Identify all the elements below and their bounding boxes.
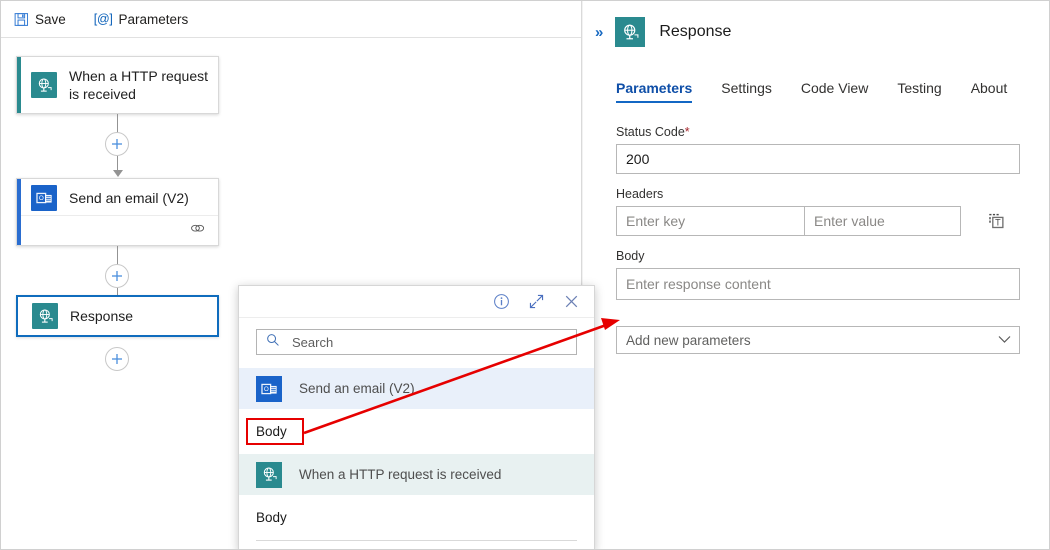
node-accent-bar bbox=[17, 57, 21, 113]
save-button-label: Save bbox=[35, 11, 66, 27]
header-value-input[interactable] bbox=[804, 206, 961, 236]
double-chevron-right-icon[interactable]: » bbox=[595, 25, 603, 40]
http-request-icon bbox=[31, 72, 57, 98]
tab-testing[interactable]: Testing bbox=[897, 80, 941, 103]
workflow-node-title: When a HTTP request is received bbox=[69, 68, 209, 102]
tab-label: Settings bbox=[721, 80, 772, 96]
body-field-group: Body bbox=[616, 249, 1020, 300]
svg-text:T: T bbox=[995, 217, 1001, 227]
parameters-button[interactable]: [@] Parameters bbox=[91, 10, 192, 29]
add-action-button-1[interactable] bbox=[105, 132, 129, 156]
add-action-button-2[interactable] bbox=[105, 264, 129, 288]
headers-label: Headers bbox=[616, 187, 664, 201]
plus-icon bbox=[112, 271, 122, 281]
logic-app-designer-window: Save [@] Parameters When a HTTP request … bbox=[0, 0, 1050, 550]
add-new-parameters-group: Add new parameters bbox=[616, 326, 1020, 354]
action-details-panel: » Response Parameters Settings Code View… bbox=[583, 1, 1049, 549]
workflow-node-title: Response bbox=[70, 308, 134, 324]
workflow-node-http-request[interactable]: When a HTTP request is received bbox=[16, 56, 219, 114]
tab-label: Testing bbox=[897, 80, 942, 96]
panel-header: » Response bbox=[583, 1, 1049, 47]
required-marker: * bbox=[684, 125, 690, 139]
tab-about[interactable]: About bbox=[971, 80, 1008, 103]
status-code-input[interactable] bbox=[616, 144, 1020, 174]
add-new-parameters-label: Add new parameters bbox=[626, 332, 751, 348]
svg-text:O: O bbox=[39, 194, 44, 201]
panel-title: Response bbox=[659, 23, 732, 40]
workflow-node-response[interactable]: Response bbox=[16, 295, 219, 337]
workflow-node-send-email[interactable]: O Send an email (V2) bbox=[16, 178, 219, 246]
at-bracket-icon: [@] bbox=[93, 12, 113, 26]
expand-diagonal-icon[interactable] bbox=[528, 293, 545, 310]
connection-link-icon[interactable] bbox=[189, 221, 206, 240]
plus-icon bbox=[112, 354, 122, 364]
close-icon[interactable] bbox=[563, 293, 580, 310]
dynamic-content-group-label: Send an email (V2) bbox=[299, 381, 415, 396]
dynamic-content-group-http-request[interactable]: When a HTTP request is received bbox=[239, 454, 594, 495]
response-body-input[interactable] bbox=[616, 268, 1020, 300]
add-new-parameters-select[interactable]: Add new parameters bbox=[616, 326, 1020, 354]
http-request-icon bbox=[256, 461, 282, 488]
outlook-email-icon: O bbox=[256, 375, 282, 402]
dynamic-content-popup-header bbox=[239, 286, 594, 318]
search-icon bbox=[266, 333, 280, 352]
tab-label: Code View bbox=[800, 80, 869, 96]
save-floppy-icon bbox=[14, 12, 29, 27]
parameters-form: Status Code* Headers T bbox=[583, 103, 1049, 354]
panel-tabs: Parameters Settings Code View Testing Ab… bbox=[583, 73, 1049, 103]
search-input-placeholder: Search bbox=[292, 334, 334, 350]
body-label: Body bbox=[616, 249, 645, 263]
status-code-label: Status Code* bbox=[616, 125, 1020, 139]
outlook-email-icon: O bbox=[31, 184, 57, 211]
tab-parameters[interactable]: Parameters bbox=[616, 80, 693, 103]
headers-key-value-row: T bbox=[616, 206, 1020, 236]
dynamic-content-search-wrapper: Search bbox=[239, 318, 594, 355]
dynamic-content-search-box[interactable]: Search bbox=[256, 329, 577, 355]
header-key-input[interactable] bbox=[616, 206, 804, 236]
add-action-button-3[interactable] bbox=[105, 347, 129, 371]
dynamic-content-group-send-email[interactable]: O Send an email (V2) bbox=[239, 368, 594, 409]
info-icon[interactable] bbox=[493, 293, 510, 310]
dynamic-content-group-label: When a HTTP request is received bbox=[299, 467, 502, 482]
response-globe-icon bbox=[32, 303, 58, 329]
dynamic-content-token-body-http-request[interactable]: Body bbox=[239, 495, 594, 540]
tab-label: Parameters bbox=[616, 80, 693, 96]
switch-to-text-mode-icon[interactable]: T bbox=[977, 206, 1015, 236]
tab-settings[interactable]: Settings bbox=[721, 80, 772, 103]
connector-arrow bbox=[112, 170, 123, 177]
list-separator bbox=[256, 540, 577, 541]
designer-toolbar: Save [@] Parameters bbox=[1, 1, 581, 38]
plus-icon bbox=[112, 139, 122, 149]
status-code-label-text: Status Code bbox=[616, 125, 685, 139]
svg-text:O: O bbox=[264, 385, 269, 392]
dynamic-content-token-body-send-email[interactable]: Body bbox=[239, 409, 594, 454]
response-globe-icon bbox=[615, 17, 646, 47]
tab-code-view[interactable]: Code View bbox=[801, 80, 868, 103]
dynamic-content-popup[interactable]: Search O Send an email (V2) Body When a … bbox=[238, 285, 595, 549]
save-button[interactable]: Save bbox=[11, 10, 69, 29]
node-footer bbox=[21, 215, 218, 245]
tab-label: About bbox=[970, 80, 1008, 96]
parameters-button-label: Parameters bbox=[118, 11, 189, 27]
workflow-node-title: Send an email (V2) bbox=[69, 189, 189, 206]
